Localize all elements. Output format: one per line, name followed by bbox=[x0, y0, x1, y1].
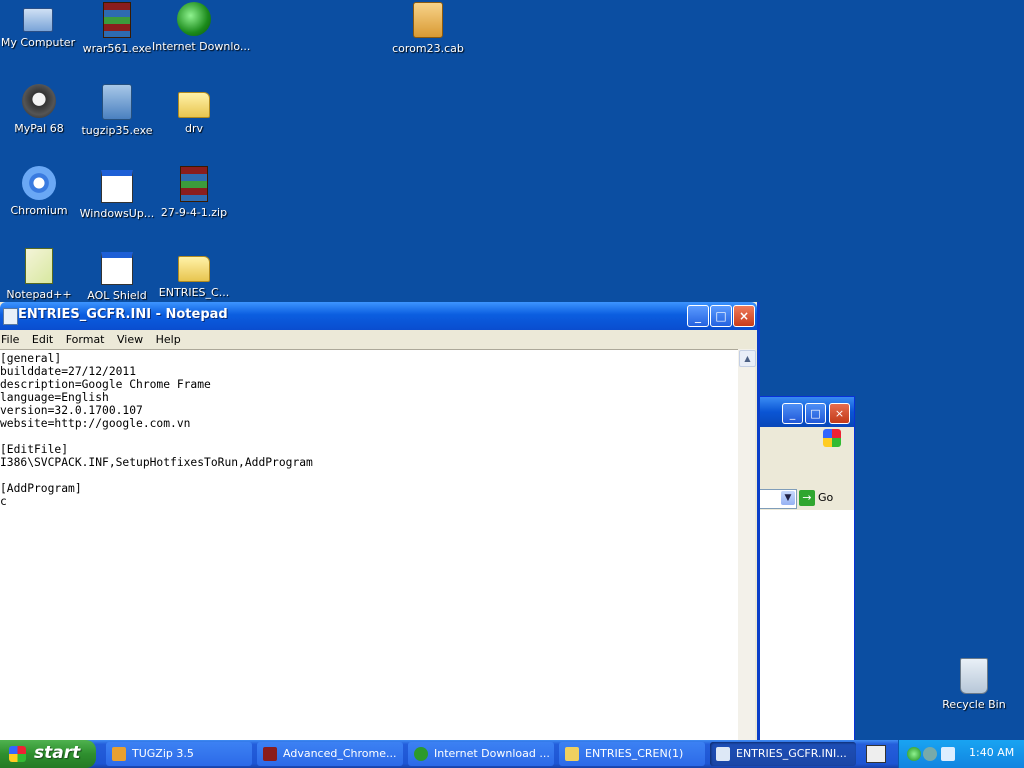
desktop-icon-label: wrar561.exe bbox=[82, 42, 152, 55]
maximize-button[interactable]: □ bbox=[805, 403, 826, 424]
minimize-button[interactable]: _ bbox=[782, 403, 803, 424]
desktop-icon-label: AOL Shield bbox=[87, 289, 147, 302]
desktop-icon-label: My Computer bbox=[0, 36, 76, 49]
desktop-icon-label: ENTRIES_C... bbox=[158, 286, 230, 299]
desktop-icon-wrar561[interactable]: wrar561.exe bbox=[75, 2, 159, 55]
system-tray: 1:40 AM bbox=[898, 740, 1024, 768]
editor-content[interactable]: [general] builddate=27/12/2011 descripti… bbox=[0, 350, 738, 508]
folder-icon bbox=[178, 92, 210, 118]
taskbar-button-label: TUGZip 3.5 bbox=[132, 747, 194, 760]
menu-format[interactable]: Format bbox=[65, 330, 110, 346]
desktop-icon-label: WindowsUp... bbox=[79, 207, 155, 220]
explorer-window[interactable]: _ □ × ▼ → Go bbox=[756, 396, 855, 742]
desktop-icon-27-9-4-1-zip[interactable]: 27-9-4-1.zip bbox=[152, 166, 236, 219]
folder-icon bbox=[565, 747, 579, 761]
windows-logo-icon bbox=[823, 429, 841, 447]
notepad-titlebar[interactable]: ENTRIES_GCFR.INI - Notepad _ □ × bbox=[0, 302, 757, 330]
notepad-icon bbox=[716, 747, 730, 761]
desktop-icon-my-computer[interactable]: My Computer bbox=[0, 4, 80, 49]
menu-bar: File Edit Format View Help bbox=[0, 330, 757, 349]
chromium-icon bbox=[22, 166, 56, 200]
security-icon[interactable] bbox=[923, 747, 937, 761]
desktop-icon-label: Notepad++ bbox=[6, 288, 72, 301]
desktop-icon-aol-shield[interactable]: AOL Shield bbox=[75, 248, 159, 302]
maximize-button[interactable]: □ bbox=[710, 305, 732, 327]
cab-package-icon bbox=[413, 2, 443, 38]
desktop-icon-label: tugzip35.exe bbox=[81, 124, 153, 137]
window-icon bbox=[101, 252, 133, 285]
text-editor[interactable]: [general] builddate=27/12/2011 descripti… bbox=[0, 349, 738, 741]
desktop-icon-label: Internet Downlo... bbox=[152, 40, 251, 53]
taskbar-button-advanced-chrome[interactable]: Advanced_Chrome... bbox=[257, 742, 403, 766]
desktop-icon-notepad-plus-plus[interactable]: Notepad++ bbox=[0, 248, 81, 301]
close-button[interactable]: × bbox=[733, 305, 755, 327]
vertical-scrollbar[interactable]: ▲ bbox=[738, 349, 756, 740]
explorer-content bbox=[757, 510, 854, 741]
taskbar-button-internet-download[interactable]: Internet Download ... bbox=[408, 742, 554, 766]
mypal-icon bbox=[22, 84, 56, 118]
notepad-plus-plus-icon bbox=[25, 248, 53, 284]
go-arrow-icon: → bbox=[799, 490, 815, 506]
desktop-icon-label: corom23.cab bbox=[392, 42, 464, 55]
window-icon bbox=[101, 170, 133, 203]
go-label: Go bbox=[818, 491, 834, 504]
scroll-up-icon[interactable]: ▲ bbox=[739, 350, 756, 367]
folder-icon bbox=[178, 256, 210, 282]
desktop-icon-windowsup[interactable]: WindowsUp... bbox=[75, 166, 159, 220]
desktop-icon-entries-c[interactable]: ENTRIES_C... bbox=[152, 248, 236, 299]
clock[interactable]: 1:40 AM bbox=[969, 746, 1014, 759]
desktop-icon-label: drv bbox=[184, 122, 203, 135]
window-title: ENTRIES_GCFR.INI - Notepad bbox=[18, 307, 228, 322]
menu-file[interactable]: File bbox=[0, 330, 24, 346]
taskbar: start TUGZip 3.5 Advanced_Chrome... Inte… bbox=[0, 740, 1024, 768]
volume-icon[interactable] bbox=[941, 747, 955, 761]
winrar-icon bbox=[263, 747, 277, 761]
network-icon[interactable] bbox=[907, 747, 921, 761]
tugzip-icon bbox=[112, 747, 126, 761]
desktop-icon-recycle-bin[interactable]: Recycle Bin bbox=[932, 658, 1016, 711]
desktop-icon-chromium[interactable]: Chromium bbox=[0, 166, 81, 217]
desktop-icon-label: Chromium bbox=[10, 204, 68, 217]
desktop-icon-internet-download-manager[interactable]: Internet Downlo... bbox=[152, 2, 251, 53]
desktop-icon-label: 27-9-4-1.zip bbox=[160, 206, 228, 219]
menu-edit[interactable]: Edit bbox=[31, 330, 58, 346]
start-label: start bbox=[34, 743, 81, 763]
tugzip-installer-icon bbox=[102, 84, 132, 120]
notepad-icon bbox=[3, 308, 18, 325]
chevron-down-icon[interactable]: ▼ bbox=[781, 491, 795, 505]
taskbar-button-entries-gcfr[interactable]: ENTRIES_GCFR.INI... bbox=[710, 742, 856, 766]
internet-download-manager-icon bbox=[414, 747, 428, 761]
desktop-icon-label: MyPal 68 bbox=[14, 122, 64, 135]
desktop-icon-label: Recycle Bin bbox=[942, 698, 1006, 711]
recycle-bin-icon bbox=[960, 658, 988, 694]
minimize-button[interactable]: _ bbox=[687, 305, 709, 327]
taskbar-button-label: Advanced_Chrome... bbox=[283, 747, 397, 760]
taskbar-button-label: Internet Download ... bbox=[434, 747, 550, 760]
go-button[interactable]: → Go bbox=[799, 490, 833, 506]
computer-icon bbox=[23, 8, 53, 32]
notepad-window[interactable]: ENTRIES_GCFR.INI - Notepad _ □ × File Ed… bbox=[0, 302, 760, 741]
taskbar-button-label: ENTRIES_GCFR.INI... bbox=[736, 747, 847, 760]
start-button[interactable]: start bbox=[0, 740, 96, 768]
desktop-icon-drv[interactable]: drv bbox=[152, 84, 236, 135]
winrar-icon bbox=[103, 2, 131, 38]
keyboard-icon[interactable] bbox=[866, 745, 886, 763]
menu-help[interactable]: Help bbox=[155, 330, 186, 346]
taskbar-button-entries-cren[interactable]: ENTRIES_CREN(1) bbox=[559, 742, 705, 766]
taskbar-button-label: ENTRIES_CREN(1) bbox=[585, 747, 684, 760]
menu-view[interactable]: View bbox=[116, 330, 148, 346]
desktop-icon-mypal[interactable]: MyPal 68 bbox=[0, 84, 81, 135]
desktop-icon-tugzip35[interactable]: tugzip35.exe bbox=[75, 84, 159, 137]
internet-download-manager-icon bbox=[177, 2, 211, 36]
desktop-icon-corom23[interactable]: corom23.cab bbox=[386, 2, 470, 55]
close-button[interactable]: × bbox=[829, 403, 850, 424]
address-field[interactable]: ▼ bbox=[757, 489, 797, 509]
taskbar-button-tugzip[interactable]: TUGZip 3.5 bbox=[106, 742, 252, 766]
winrar-archive-icon bbox=[180, 166, 208, 202]
windows-logo-icon bbox=[9, 746, 26, 762]
